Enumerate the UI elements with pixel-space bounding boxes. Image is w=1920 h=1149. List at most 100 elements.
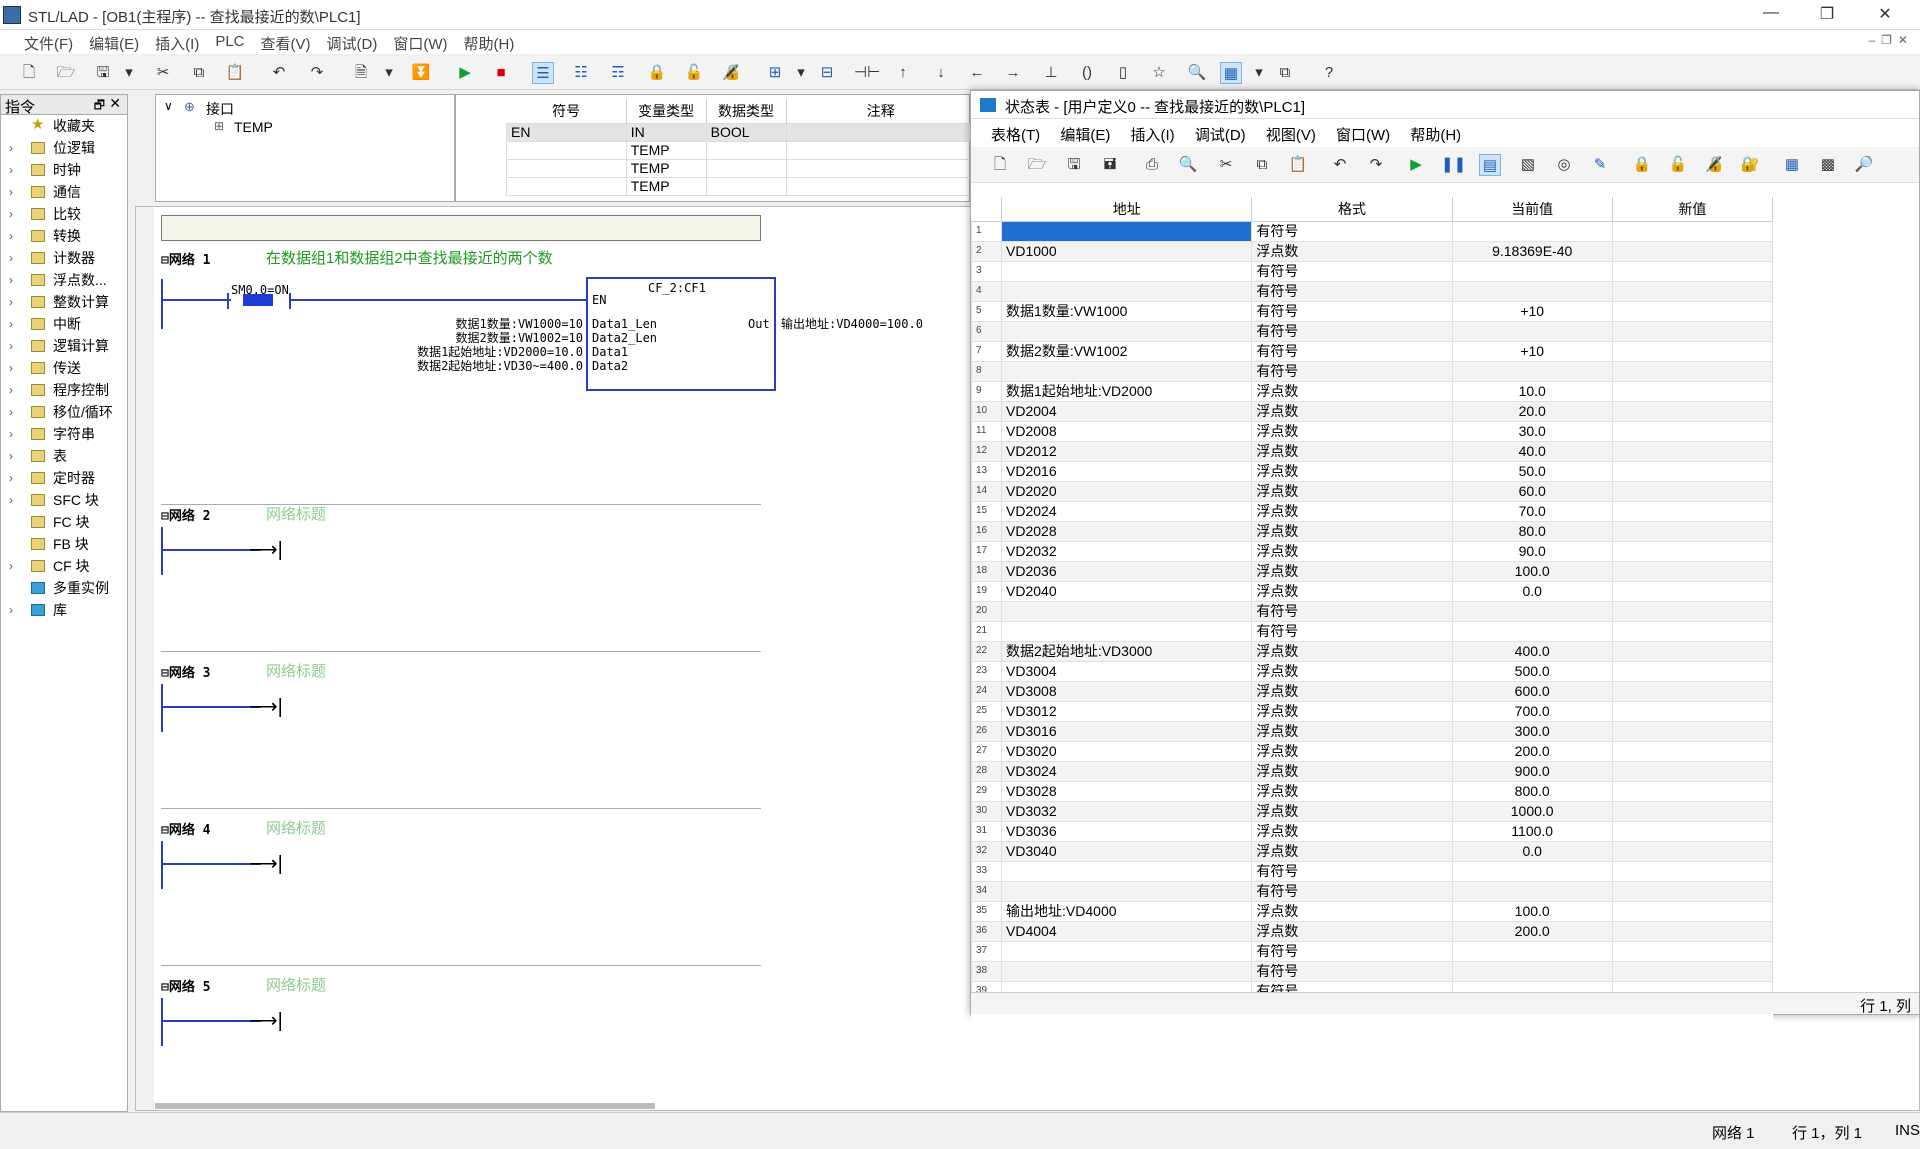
table-row[interactable]: 1 有符号 <box>971 220 1773 242</box>
tree-item[interactable]: › 表 <box>1 445 127 467</box>
format-cell[interactable]: 浮点数 <box>1251 780 1453 802</box>
tree-item[interactable]: › 通信 <box>1 181 127 203</box>
delete-network-icon[interactable]: ⊟ <box>816 62 838 84</box>
cell[interactable] <box>705 140 787 160</box>
format-cell[interactable]: 浮点数 <box>1251 760 1453 782</box>
format-cell[interactable]: 浮点数 <box>1251 420 1453 442</box>
format-cell[interactable]: 浮点数 <box>1251 480 1453 502</box>
address-cell[interactable] <box>1001 260 1253 282</box>
current-value-cell[interactable]: 0.0 <box>1451 580 1613 602</box>
cell[interactable]: TEMP <box>625 176 707 196</box>
table-row[interactable]: TEMP <box>506 140 976 160</box>
contact-symbol-icon[interactable]: ⊥ <box>1040 62 1062 84</box>
format-cell[interactable]: 有符号 <box>1251 360 1453 382</box>
new-value-cell[interactable] <box>1611 640 1773 662</box>
current-value-cell[interactable] <box>1451 880 1613 902</box>
tree-item[interactable]: › 字符串 <box>1 423 127 445</box>
undo-icon[interactable]: ↶ <box>268 62 290 84</box>
expand-icon[interactable]: › <box>9 159 13 181</box>
menu-table[interactable]: 表格(T) <box>991 127 1040 144</box>
new-value-cell[interactable] <box>1611 760 1773 782</box>
format-cell[interactable]: 浮点数 <box>1251 680 1453 702</box>
current-value-cell[interactable]: 200.0 <box>1451 740 1613 762</box>
address-cell[interactable]: 数据2起始地址:VD3000 <box>1001 640 1253 662</box>
format-cell[interactable]: 有符号 <box>1251 280 1453 302</box>
tree-item[interactable]: › 逻辑计算 <box>1 335 127 357</box>
current-value-cell[interactable]: 40.0 <box>1451 440 1613 462</box>
table-row[interactable]: 12 VD2012 浮点数 40.0 <box>971 440 1773 462</box>
table-row[interactable]: 31 VD3036 浮点数 1100.0 <box>971 820 1773 842</box>
table-icon[interactable]: ▦ <box>1781 154 1803 176</box>
current-value-cell[interactable] <box>1451 860 1613 882</box>
tree-item[interactable]: › SFC 块 <box>1 489 127 511</box>
copy-icon[interactable]: ⧉ <box>188 62 210 84</box>
table-row[interactable]: 28 VD3024 浮点数 900.0 <box>971 760 1773 782</box>
network-3-title[interactable]: 网络标题 <box>266 660 326 681</box>
current-value-cell[interactable] <box>1451 620 1613 642</box>
expand-icon[interactable]: › <box>9 599 13 621</box>
lock-icon[interactable]: 🔒 <box>646 62 668 84</box>
current-value-cell[interactable] <box>1451 280 1613 302</box>
table-row[interactable]: 33 有符号 <box>971 860 1773 882</box>
table-row[interactable]: 37 有符号 <box>971 940 1773 962</box>
table-row[interactable]: 14 VD2020 浮点数 60.0 <box>971 480 1773 502</box>
table-row[interactable]: 29 VD3028 浮点数 800.0 <box>971 780 1773 802</box>
table-row[interactable]: 25 VD3012 浮点数 700.0 <box>971 700 1773 722</box>
force-icon[interactable]: 🔏 <box>1703 154 1725 176</box>
expand-icon[interactable]: › <box>9 137 13 159</box>
copy-icon[interactable]: ⧉ <box>1251 154 1273 176</box>
address-cell[interactable]: VD3040 <box>1001 840 1253 862</box>
undo-icon[interactable]: ↶ <box>1329 154 1351 176</box>
new-value-cell[interactable] <box>1611 940 1773 962</box>
table-row[interactable]: 35 输出地址:VD4000 浮点数 100.0 <box>971 900 1773 922</box>
print-icon[interactable]: ⎙ <box>1141 154 1163 176</box>
network-2-label[interactable]: ⊟网络 2 <box>161 505 210 524</box>
tree-item[interactable]: › 计数器 <box>1 247 127 269</box>
table-row[interactable]: 24 VD3008 浮点数 600.0 <box>971 680 1773 702</box>
paste-icon[interactable]: 📋 <box>224 62 246 84</box>
print-preview-icon[interactable]: 🔍 <box>1177 154 1199 176</box>
close-button[interactable]: ✕ <box>1870 4 1900 26</box>
col-current-value[interactable]: 当前值 <box>1452 197 1613 222</box>
cell[interactable] <box>506 176 627 196</box>
cell[interactable] <box>785 158 976 178</box>
run-icon[interactable]: ▶ <box>454 62 476 84</box>
cell[interactable]: EN <box>506 122 627 142</box>
menu-file[interactable]: 文件(F) <box>0 30 81 57</box>
table-row[interactable]: TEMP <box>506 176 976 196</box>
program-comment[interactable] <box>161 215 761 241</box>
new-value-cell[interactable] <box>1611 420 1773 442</box>
table-row[interactable]: 26 VD3016 浮点数 300.0 <box>971 720 1773 742</box>
program-status-icon[interactable]: ☰ <box>532 62 554 84</box>
current-value-cell[interactable]: +10 <box>1451 340 1613 362</box>
tree-item[interactable]: › 转换 <box>1 225 127 247</box>
insert-dropdown-icon[interactable]: ▾ <box>790 62 812 84</box>
format-cell[interactable]: 浮点数 <box>1251 540 1453 562</box>
tree-item[interactable]: › 比较 <box>1 203 127 225</box>
pin-icon[interactable]: 🗗 <box>94 96 105 117</box>
table-row[interactable]: 5 数据1数量:VW1000 有符号 +10 <box>971 300 1773 322</box>
address-cell[interactable] <box>1001 620 1253 642</box>
menu-help[interactable]: 帮助(H) <box>456 30 523 57</box>
col-comment[interactable]: 注释 <box>786 99 976 123</box>
table-row[interactable]: 2 VD1000 浮点数 9.18369E-40 <box>971 240 1773 262</box>
current-value-cell[interactable]: 70.0 <box>1451 500 1613 522</box>
address-cell[interactable]: 数据1起始地址:VD2000 <box>1001 380 1253 402</box>
address-cell[interactable]: VD3020 <box>1001 740 1253 762</box>
table-row[interactable]: 36 VD4004 浮点数 200.0 <box>971 920 1773 942</box>
contact-icon[interactable]: ⊣⊢ <box>854 62 880 84</box>
new-value-cell[interactable] <box>1611 620 1773 642</box>
format-cell[interactable]: 浮点数 <box>1251 720 1453 742</box>
tree-item[interactable]: › 浮点数... <box>1 269 127 291</box>
format-cell[interactable]: 浮点数 <box>1251 380 1453 402</box>
view-dropdown-icon[interactable]: ▾ <box>1248 62 1270 84</box>
format-cell[interactable]: 浮点数 <box>1251 400 1453 422</box>
new-value-cell[interactable] <box>1611 240 1773 262</box>
col-symbol[interactable]: 符号 <box>506 99 627 123</box>
download-icon[interactable]: ⏬ <box>410 62 432 84</box>
unforce-icon[interactable]: 🔐 <box>1739 154 1761 176</box>
interface-root[interactable]: 接口 <box>206 99 234 119</box>
table-row[interactable]: 18 VD2036 浮点数 100.0 <box>971 560 1773 582</box>
current-value-cell[interactable]: 9.18369E-40 <box>1451 240 1613 262</box>
expand-icon[interactable]: › <box>9 247 13 269</box>
